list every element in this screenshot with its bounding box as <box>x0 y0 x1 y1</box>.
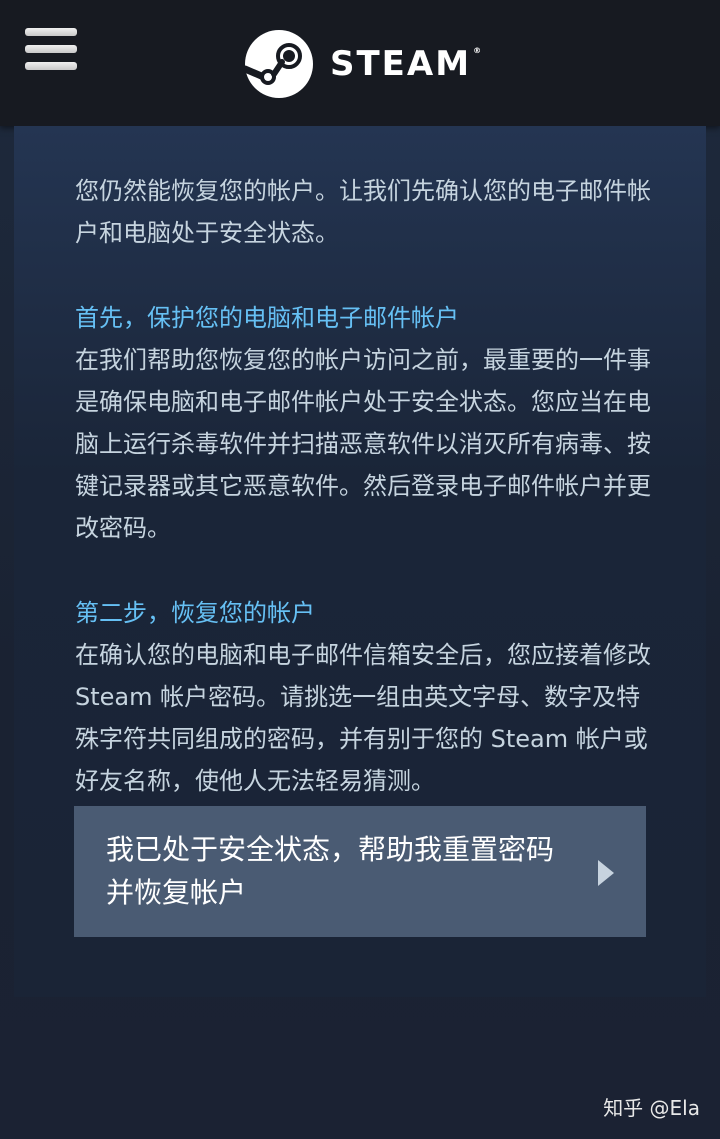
steam-logo-icon <box>244 30 313 98</box>
registered-mark: ® <box>473 46 482 55</box>
top-header: STEAM ® <box>0 0 720 126</box>
brand-text: STEAM <box>330 44 472 84</box>
steam-logo[interactable]: STEAM ® <box>244 28 481 100</box>
brand-name: STEAM ® <box>330 44 481 84</box>
chevron-right-icon <box>598 860 614 886</box>
section1-title: 首先，保护您的电脑和电子邮件帐户 <box>75 304 459 332</box>
intro-text: 您仍然能恢复您的帐户。让我们先确认您的电子邮件帐户和电脑处于安全状态。 <box>75 177 651 247</box>
section1-body: 在我们帮助您恢复您的帐户访问之前，最重要的一件事是确保电脑和电子邮件帐户处于安全… <box>75 346 651 542</box>
section2-body: 在确认您的电脑和电子邮件信箱安全后，您应接着修改 Steam 帐户密码。请挑选一… <box>75 641 651 795</box>
page: STEAM ® 您仍然能恢复您的帐户。让我们先确认您的电子邮件帐户和电脑处于安全状… <box>0 0 720 1139</box>
reset-password-label: 我已处于安全状态，帮助我重置密码并恢复帐户 <box>106 833 555 909</box>
recovery-content: 您仍然能恢复您的帐户。让我们先确认您的电子邮件帐户和电脑处于安全状态。 首先，保… <box>75 170 655 802</box>
section2-title: 第二步，恢复您的帐户 <box>75 599 315 627</box>
hamburger-menu-icon[interactable] <box>25 28 79 74</box>
reset-password-button[interactable]: 我已处于安全状态，帮助我重置密码并恢复帐户 <box>74 806 646 937</box>
watermark: 知乎 @Ela <box>603 1096 700 1120</box>
